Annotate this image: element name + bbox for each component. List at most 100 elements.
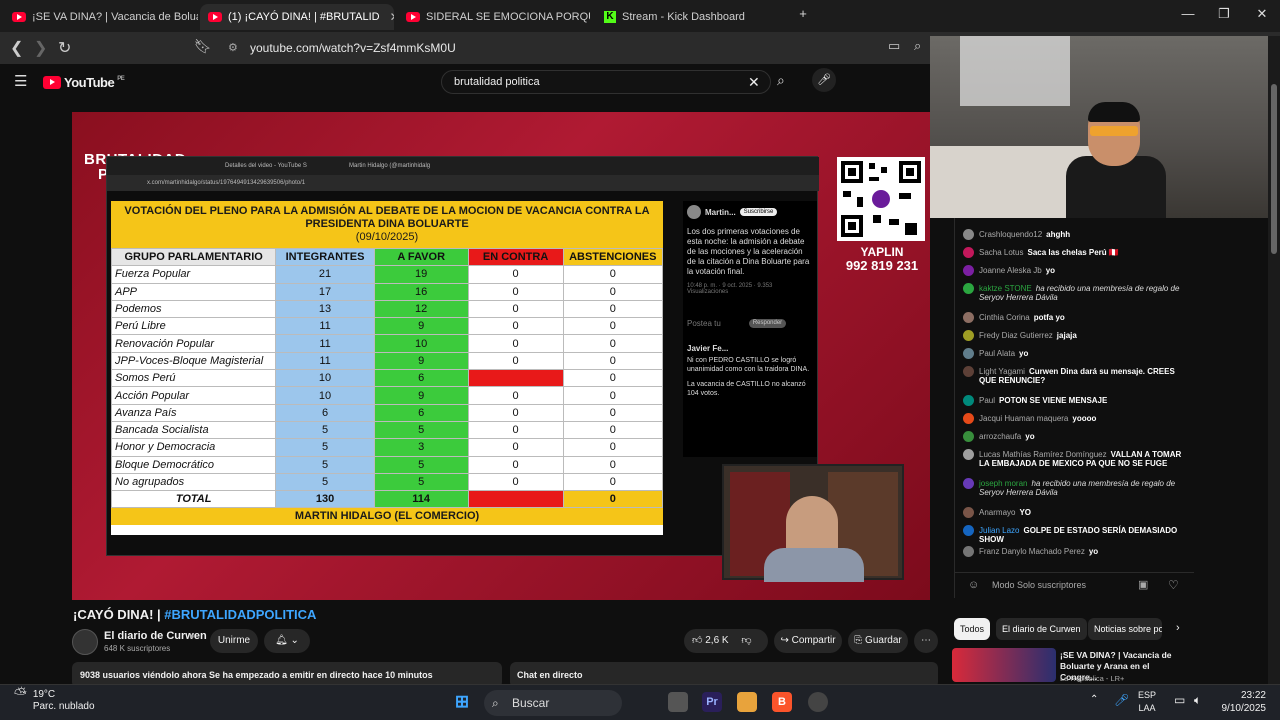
- youtube-logo[interactable]: YouTube PE: [43, 75, 125, 90]
- hamburger-icon[interactable]: ☰: [14, 72, 27, 90]
- search-icon[interactable]: ⌕: [777, 72, 785, 89]
- address-bar[interactable]: ⚙ youtube.com/watch?v=Zsf4mmKsM0U: [220, 36, 940, 60]
- microphone-icon[interactable]: 🎤︎: [1114, 693, 1129, 707]
- chat-author[interactable]: Jacqui Huaman maquera: [979, 414, 1068, 423]
- share-icon: ↪: [780, 635, 789, 646]
- site-info-icon[interactable]: ⚙: [228, 36, 238, 60]
- table-row: Bloque Democrático 5 5 0 0: [110, 455, 664, 474]
- language-indicator[interactable]: ESP LAA: [1138, 689, 1156, 715]
- chat-author[interactable]: Paul: [979, 396, 995, 405]
- weather-widget[interactable]: ⛅︎ 19°C Parc. nublado: [14, 686, 95, 713]
- browser-tab[interactable]: ¡SE VA DINA? | Vacancia de Bolua: [4, 4, 198, 30]
- volume-icon[interactable]: 🔈︎: [1194, 693, 1201, 708]
- page-scrollbar[interactable]: [1268, 36, 1280, 684]
- close-window-icon[interactable]: ✕: [1250, 6, 1274, 26]
- notifications-button[interactable]: 🔔︎ ⌄: [264, 629, 310, 653]
- chat-author[interactable]: joseph moran: [979, 479, 1027, 488]
- temperature: 19°C: [32, 689, 56, 700]
- share-button[interactable]: ↪ Compartir: [774, 629, 842, 653]
- chat-author[interactable]: Anarmayo: [979, 508, 1015, 517]
- chat-author[interactable]: kaktze STONE: [979, 284, 1032, 293]
- network-icon[interactable]: ▭: [1174, 693, 1185, 707]
- col-header: ABSTENCIONES: [562, 247, 664, 267]
- chat-author[interactable]: Light Yagami: [979, 367, 1025, 376]
- chip-channel[interactable]: El diario de Curwen: [996, 618, 1087, 640]
- microphone-icon[interactable]: 🎤︎: [812, 68, 836, 92]
- scrollbar-thumb[interactable]: [1271, 84, 1277, 254]
- smile-icon[interactable]: ☺: [968, 573, 979, 597]
- heart-icon[interactable]: ♡: [1168, 573, 1179, 597]
- video-player[interactable]: BRUTALIDAD POLÍTICA Detalles del video -…: [72, 112, 930, 600]
- chat-author[interactable]: Paul Alata: [979, 349, 1015, 358]
- table-header-row: GRUPO PARLAMENTARIO INTEGRANTES A FAVOR …: [110, 247, 664, 267]
- taskbar-search[interactable]: ⌕ Buscar: [484, 690, 622, 716]
- cell-c: [467, 369, 564, 388]
- clear-search-icon[interactable]: ✕: [748, 71, 760, 93]
- chat-message: Anarmayo YO: [963, 507, 1183, 518]
- bell-icon: 🔔︎ ⌄: [275, 635, 299, 646]
- zoom-icon[interactable]: ⌕: [914, 38, 921, 54]
- recommended-video[interactable]: ¡SE VA DINA? | Vacancia de Boluarte y Ar…: [952, 648, 1192, 683]
- chevron-right-icon[interactable]: ›: [1176, 622, 1180, 634]
- brave-icon[interactable]: B: [772, 692, 792, 712]
- chat-author[interactable]: Fredy Diaz Gutierrez: [979, 331, 1053, 340]
- chip-news[interactable]: Noticias sobre po: [1088, 618, 1162, 640]
- new-tab-icon[interactable]: +: [791, 6, 815, 26]
- cell-g: Honor y Democracia: [110, 438, 277, 457]
- back-icon[interactable]: ❮: [10, 38, 23, 58]
- windows-start-icon[interactable]: ⊞: [452, 692, 472, 712]
- chat-author[interactable]: Sacha Lotus: [979, 248, 1023, 257]
- search-input[interactable]: brutalidad politica ✕: [441, 70, 771, 94]
- table-body: Fuerza Popular 21 19 0 0 APP 17 16 0 0 Podemos 13 12…: [110, 265, 664, 509]
- cast-icon[interactable]: ▭: [888, 38, 900, 54]
- table-row: Acción Popular 10 9 0 0: [110, 386, 664, 405]
- chevron-up-icon[interactable]: ⌃: [1090, 694, 1098, 705]
- bookmark-icon[interactable]: 🔖︎: [194, 38, 212, 55]
- follow-button: Suscribirse: [739, 208, 778, 216]
- tweet-author: Martin...: [705, 207, 736, 217]
- app-icon[interactable]: [808, 692, 828, 712]
- cell-g: Bancada Socialista: [110, 420, 277, 440]
- task-view-icon[interactable]: [668, 692, 688, 712]
- more-options-icon[interactable]: ⋯: [914, 629, 938, 653]
- browser-tab[interactable]: SIDERAL SE EMOCIONA PORQUE KIC: [398, 4, 590, 30]
- cell-i: 6: [275, 403, 375, 422]
- cell-a: 0: [562, 386, 664, 405]
- chat-author[interactable]: Joanne Aleska Jb: [979, 266, 1042, 275]
- premiere-icon[interactable]: Pr: [702, 692, 722, 712]
- table-row: No agrupados 5 5 0 0: [110, 472, 664, 492]
- video-thumbnail: [952, 648, 1056, 682]
- title-hashtag[interactable]: #BRUTALIDADPOLITICA: [164, 607, 316, 622]
- windows-taskbar: ⛅︎ 19°C Parc. nublado ⊞ ⌕ Buscar Pr B ⌃ …: [0, 684, 1280, 720]
- cell-a: 0: [562, 299, 664, 319]
- chat-author[interactable]: Lucas Mathías Ramírez Domínguez: [979, 450, 1107, 459]
- like-dislike-button[interactable]: 👍︎ 2,6 K 👎︎: [684, 629, 768, 653]
- weather-icon: ⛅︎: [14, 686, 27, 703]
- browser-tab[interactable]: K Stream - Kick Dashboard: [596, 4, 786, 30]
- clock[interactable]: 23:22 9/10/2025: [1214, 689, 1267, 715]
- chat-avatar: [963, 229, 974, 240]
- channel-avatar[interactable]: [72, 629, 98, 655]
- chat-author[interactable]: Cinthia Corina: [979, 313, 1030, 322]
- reload-icon[interactable]: ↻: [58, 38, 71, 58]
- chat-author[interactable]: Crashloquendo12: [979, 230, 1042, 239]
- close-tab-icon[interactable]: ✕: [390, 10, 394, 24]
- table-row: Perú Libre 11 9 0 0: [110, 317, 664, 336]
- file-explorer-icon[interactable]: [737, 692, 757, 712]
- chat-author[interactable]: Franz Danylo Machado Perez: [979, 547, 1085, 556]
- forward-icon[interactable]: ❯: [34, 38, 47, 58]
- chat-avatar: [963, 431, 974, 442]
- chip-all[interactable]: Todos: [954, 618, 991, 640]
- chat-message: Joanne Aleska Jb yo: [963, 265, 1183, 276]
- cell-i: 21: [275, 265, 375, 284]
- chat-author[interactable]: arrozchaufa: [979, 432, 1021, 441]
- join-button[interactable]: Unirme: [210, 629, 258, 653]
- chat-author[interactable]: Julian Lazo: [979, 526, 1019, 535]
- save-icon: ⎘: [854, 635, 863, 646]
- table-row: Fuerza Popular 21 19 0 0: [110, 265, 664, 284]
- browser-tab-active[interactable]: (1) ¡CAYÓ DINA! | #BRUTALID ✕: [200, 4, 394, 30]
- money-icon[interactable]: ▣: [1138, 573, 1148, 597]
- maximize-icon[interactable]: ❐: [1212, 6, 1236, 26]
- save-button[interactable]: ⎘ Guardar: [848, 629, 908, 653]
- minimize-icon[interactable]: —: [1176, 6, 1200, 26]
